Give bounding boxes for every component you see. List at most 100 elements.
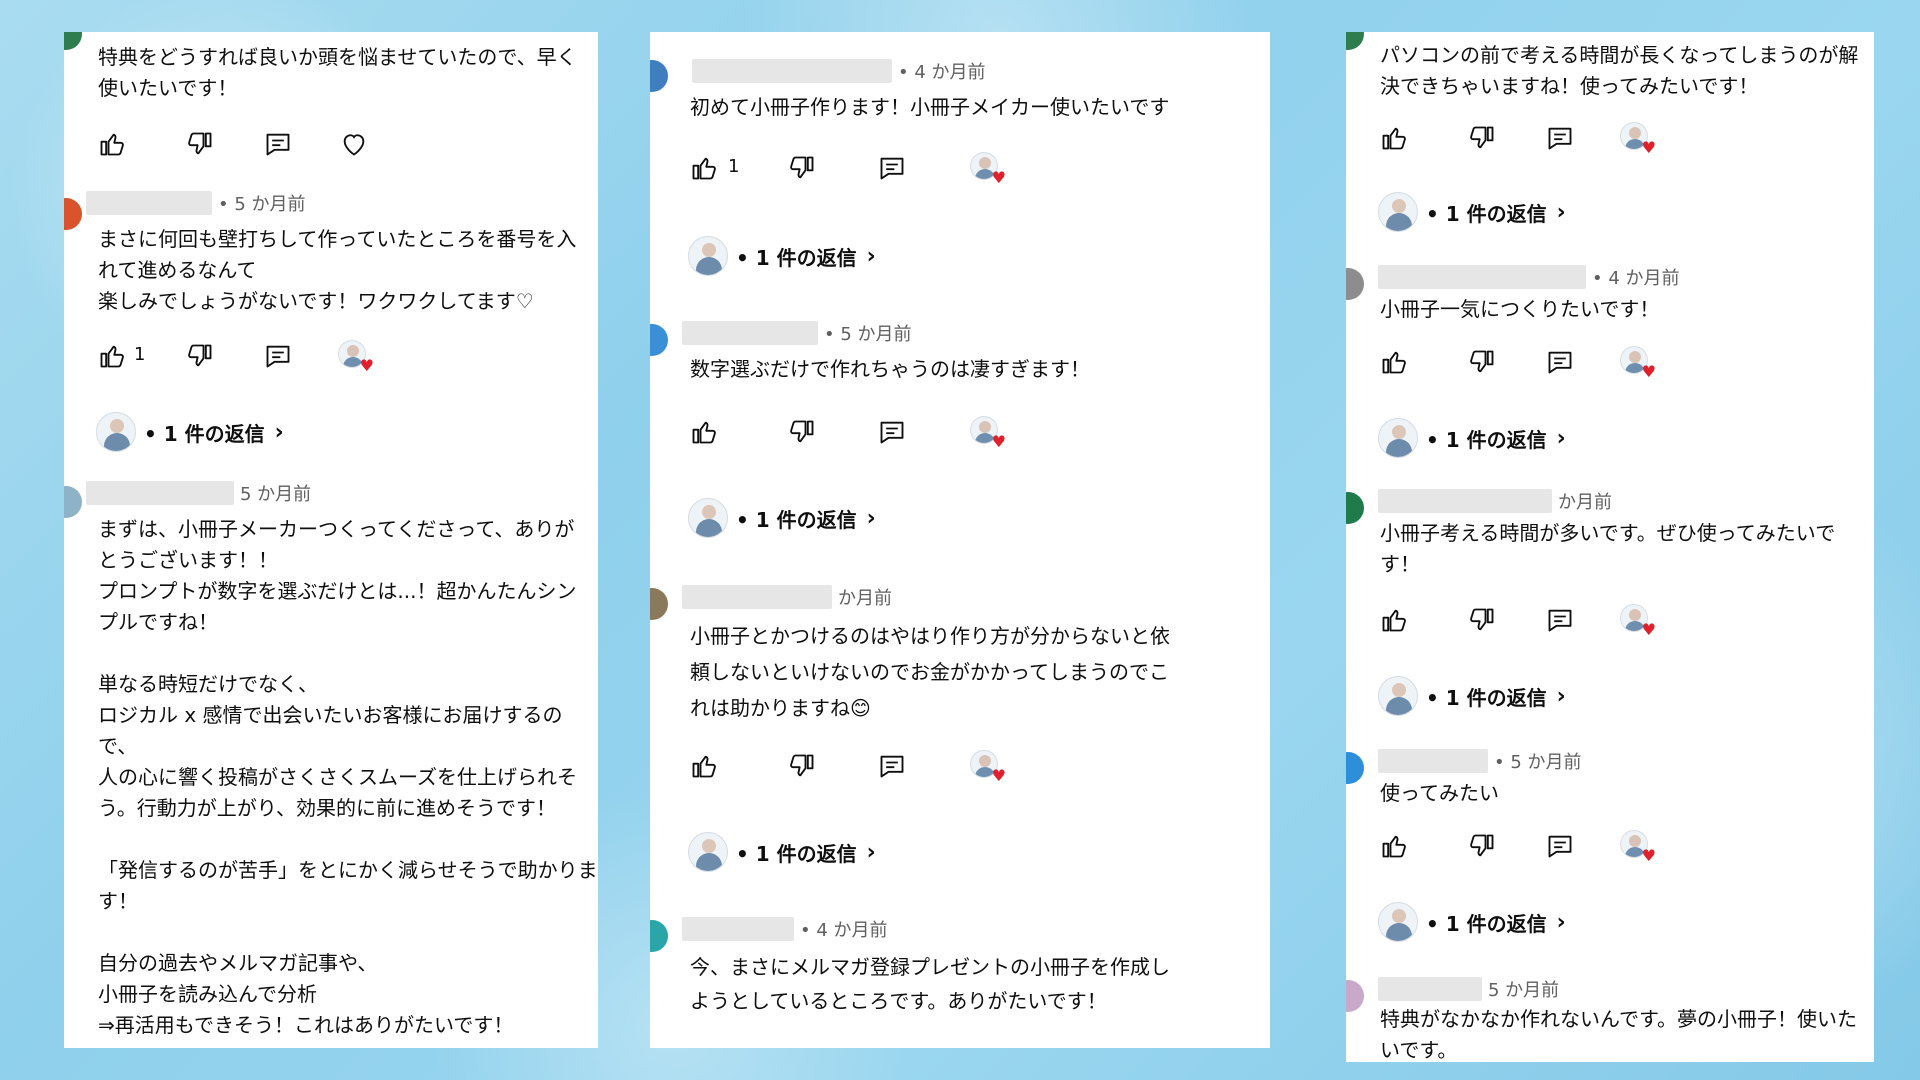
reply-icon — [1546, 606, 1574, 634]
thumbs-up-icon — [690, 154, 718, 182]
view-replies-button[interactable]: • 1 件の返信 › — [1378, 674, 1566, 718]
thumbs-up-icon — [690, 418, 718, 446]
like-button[interactable] — [1376, 120, 1412, 156]
comment-text: パソコンの前で考える時間が長くなってしまうのが解 決できちゃいますね！使ってみた… — [1380, 43, 1859, 98]
avatar[interactable] — [64, 32, 82, 50]
thumbs-down-icon — [788, 418, 816, 446]
reply-button[interactable] — [260, 126, 296, 162]
more-options-button[interactable]: ⋮ — [1262, 329, 1270, 347]
creator-heart-icon[interactable]: ♥ — [968, 748, 1008, 786]
thumbs-down-icon — [186, 130, 214, 158]
author-name-redacted — [1378, 977, 1482, 1001]
avatar[interactable] — [650, 324, 668, 356]
reply-icon — [1546, 124, 1574, 152]
like-button[interactable] — [686, 748, 722, 784]
thumbs-up-icon — [1380, 606, 1408, 634]
like-button[interactable] — [686, 150, 722, 186]
dislike-button[interactable] — [182, 338, 218, 374]
like-button[interactable] — [94, 126, 130, 162]
replies-count-label: • 1 件の返信 — [1426, 201, 1547, 226]
thumbs-down-icon — [1468, 606, 1496, 634]
avatar[interactable] — [1346, 268, 1364, 300]
dislike-button[interactable] — [182, 126, 218, 162]
dislike-button[interactable] — [784, 150, 820, 186]
comment-time: • 4 か月前 — [800, 920, 888, 941]
more-options-button[interactable]: ⋮ — [1262, 593, 1270, 611]
creator-heart-icon[interactable]: ♥ — [1618, 828, 1658, 866]
thumbs-up-icon — [1380, 348, 1408, 376]
heart-button[interactable] — [336, 126, 372, 162]
reply-button[interactable] — [874, 150, 910, 186]
avatar[interactable] — [64, 486, 82, 518]
creator-avatar — [688, 832, 728, 872]
more-options-button[interactable]: ⋮ — [1262, 67, 1270, 85]
like-count: 1 — [134, 344, 146, 365]
view-replies-button[interactable]: • 1 件の返信 › — [1378, 416, 1566, 460]
comment-text: まさに何回も壁打ちして作っていたところを番号を入 れて進めるなんて 楽しみでしょ… — [98, 227, 577, 313]
author-name-redacted — [86, 191, 212, 215]
comment-text: 特典がなかなか作れないんです。夢の小冊子！使いた いです。 — [1380, 1007, 1857, 1062]
reply-button[interactable] — [1542, 828, 1578, 864]
avatar[interactable] — [64, 198, 82, 230]
creator-avatar — [96, 412, 136, 452]
creator-heart-icon[interactable]: ♥ — [1618, 120, 1658, 158]
replies-count-label: • 1 件の返信 — [1426, 911, 1547, 936]
avatar[interactable] — [1346, 980, 1364, 1012]
replies-count-label: • 1 件の返信 — [1426, 685, 1547, 710]
view-replies-button[interactable]: • 1 件の返信 › — [688, 496, 876, 540]
creator-heart-icon[interactable]: ♥ — [1618, 344, 1658, 382]
creator-heart-icon[interactable]: ♥ — [968, 150, 1008, 188]
creator-heart-icon[interactable]: ♥ — [336, 338, 376, 376]
reply-icon — [878, 418, 906, 446]
reply-button[interactable] — [874, 748, 910, 784]
reply-button[interactable] — [1542, 344, 1578, 380]
creator-avatar — [688, 498, 728, 538]
creator-heart-icon[interactable]: ♥ — [968, 414, 1008, 452]
comment-time: 5 か月前 — [240, 484, 312, 505]
comment-text: 小冊子一気につくりたいです！ — [1380, 297, 1660, 321]
creator-avatar — [688, 236, 728, 276]
reply-icon — [1546, 348, 1574, 376]
avatar[interactable] — [1346, 752, 1364, 784]
thumbs-up-icon — [690, 752, 718, 780]
view-replies-button[interactable]: • 1 件の返信 › — [688, 234, 876, 278]
dislike-button[interactable] — [1464, 602, 1500, 638]
chevron-right-icon: › — [1556, 425, 1566, 451]
avatar[interactable] — [1346, 32, 1364, 50]
comment-text: 使ってみたい — [1380, 781, 1499, 805]
reply-button[interactable] — [260, 338, 296, 374]
creator-heart-icon[interactable]: ♥ — [1618, 602, 1658, 640]
comment-text: 数字選ぶだけで作れちゃうのは凄すぎます！ — [690, 357, 1090, 381]
dislike-button[interactable] — [784, 414, 820, 450]
more-options-button[interactable]: ⋮ — [1262, 925, 1270, 943]
avatar[interactable] — [1346, 492, 1364, 524]
reply-button[interactable] — [1542, 120, 1578, 156]
reply-icon — [1546, 832, 1574, 860]
comment-text: 今、まさにメルマガ登録プレゼントの小冊子を作成し ようとしているところです。あり… — [690, 955, 1170, 1013]
dislike-button[interactable] — [1464, 344, 1500, 380]
avatar[interactable] — [650, 920, 668, 952]
like-button[interactable] — [686, 414, 722, 450]
like-button[interactable] — [1376, 828, 1412, 864]
like-button[interactable] — [94, 338, 130, 374]
comment-panel-right: パソコンの前で考える時間が長くなってしまうのが解 決できちゃいますね！使ってみた… — [1346, 32, 1874, 1062]
reply-button[interactable] — [874, 414, 910, 450]
comment-panel-left: 特典をどうすれば良いか頭を悩ませていたので、早く 使いたいです！ • 5 か月前… — [64, 32, 598, 1048]
replies-count-label: • 1 件の返信 — [1426, 427, 1547, 452]
view-replies-button[interactable]: • 1 件の返信 › — [96, 410, 284, 454]
avatar[interactable] — [650, 60, 668, 92]
view-replies-button[interactable]: • 1 件の返信 › — [688, 830, 876, 874]
creator-avatar — [1378, 192, 1418, 232]
author-name-redacted — [682, 585, 832, 609]
view-replies-button[interactable]: • 1 件の返信 › — [1378, 190, 1566, 234]
comment-time: • 4 か月前 — [1592, 268, 1680, 289]
dislike-button[interactable] — [1464, 120, 1500, 156]
dislike-button[interactable] — [1464, 828, 1500, 864]
dislike-button[interactable] — [784, 748, 820, 784]
like-button[interactable] — [1376, 344, 1412, 380]
like-button[interactable] — [1376, 602, 1412, 638]
avatar[interactable] — [650, 588, 668, 620]
heart-icon — [340, 130, 368, 158]
reply-button[interactable] — [1542, 602, 1578, 638]
view-replies-button[interactable]: • 1 件の返信 › — [1378, 900, 1566, 944]
